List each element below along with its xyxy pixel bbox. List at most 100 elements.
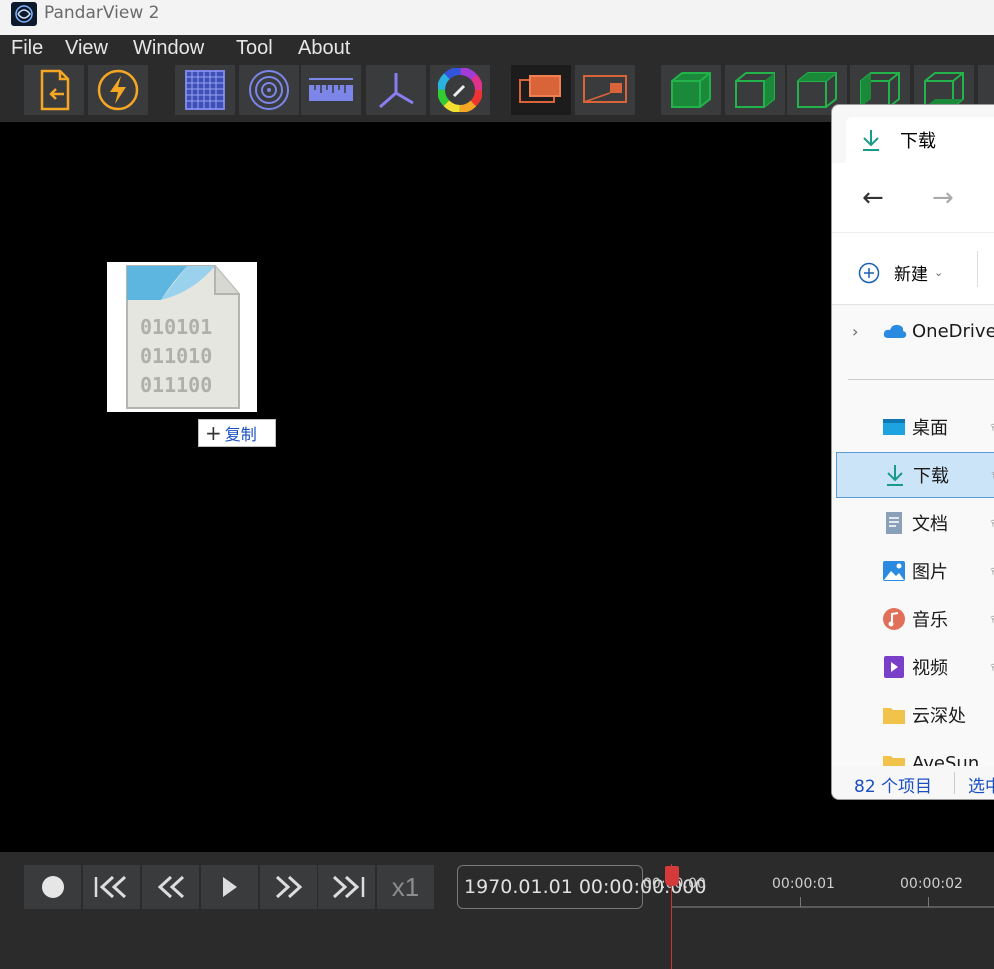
radar-rings-icon bbox=[249, 70, 289, 110]
title-bar: PandarView 2 bbox=[0, 0, 994, 35]
ruler-icon bbox=[309, 78, 353, 101]
sidebar-item-label: 下载 bbox=[913, 466, 949, 487]
play-button[interactable] bbox=[201, 865, 258, 909]
axes-icon bbox=[379, 73, 414, 109]
explorer-command-bar: 新建 ⌄ bbox=[832, 233, 994, 305]
timeline-track[interactable] bbox=[672, 906, 994, 908]
copy-label: 复制 bbox=[224, 425, 257, 444]
fast-forward-icon bbox=[275, 875, 302, 899]
folder-icon bbox=[882, 703, 906, 727]
sidebar-item-pictures[interactable]: 图片 ✩ bbox=[836, 548, 994, 594]
quick-action-button[interactable] bbox=[88, 65, 148, 115]
window-title: PandarView 2 bbox=[44, 3, 160, 23]
folder-icon bbox=[882, 751, 906, 766]
plus-icon: + bbox=[205, 421, 222, 445]
open-file-icon bbox=[40, 69, 70, 111]
sidebar-item-label: 视频 bbox=[912, 658, 948, 679]
sidebar-item-folder[interactable]: AveSun bbox=[836, 740, 994, 766]
tick-mark bbox=[928, 897, 929, 907]
axes-button[interactable] bbox=[366, 65, 426, 115]
sidebar-item-label: 音乐 bbox=[912, 610, 948, 631]
pin-icon: ✩ bbox=[990, 419, 994, 435]
new-button[interactable]: 新建 ⌄ bbox=[858, 260, 943, 285]
sidebar-item-documents[interactable]: 文档 ✩ bbox=[836, 500, 994, 546]
ruler-button[interactable] bbox=[301, 65, 361, 115]
dragged-binary-file-icon: 010101 011010 011100 bbox=[107, 262, 257, 412]
app-logo-icon bbox=[11, 2, 37, 26]
file-explorer-window: 下载 ← → 新建 ⌄ › OneDrive 桌面 ✩ 下载 ✩ bbox=[831, 104, 994, 800]
chevron-right-icon: › bbox=[852, 321, 859, 341]
plus-circle-icon bbox=[858, 262, 880, 283]
fast-forward-button[interactable] bbox=[260, 865, 317, 909]
sidebar-item-downloads[interactable]: 下载 ✩ bbox=[836, 452, 994, 498]
skip-to-end-button[interactable] bbox=[318, 865, 375, 909]
download-icon bbox=[883, 463, 907, 487]
explorer-nav-bar: ← → bbox=[832, 163, 994, 233]
explorer-sidebar: › OneDrive 桌面 ✩ 下载 ✩ 文档 ✩ 图片 ✩ 音乐 ✩ bbox=[832, 306, 994, 766]
tab-title: 下载 bbox=[900, 131, 936, 152]
color-button[interactable] bbox=[430, 65, 490, 115]
layer-back-button[interactable] bbox=[575, 65, 635, 115]
grid-icon bbox=[185, 70, 225, 110]
video-icon bbox=[882, 655, 906, 679]
pin-icon: ✩ bbox=[990, 563, 994, 579]
cube-view-2-button[interactable] bbox=[725, 65, 785, 115]
sidebar-item-desktop[interactable]: 桌面 ✩ bbox=[836, 404, 994, 450]
new-button-label: 新建 bbox=[894, 265, 928, 285]
timestamp-field[interactable]: 1970.01.01 00:00:00.000 bbox=[457, 865, 706, 909]
sidebar-item-folder[interactable]: 云深处 bbox=[836, 692, 994, 738]
sidebar-item-label: 桌面 bbox=[912, 418, 948, 439]
tick-label: 00:00:01 bbox=[772, 876, 835, 892]
sidebar-item-label: AveSun bbox=[912, 752, 980, 767]
skip-start-icon bbox=[94, 875, 126, 899]
binary-line-3: 011100 bbox=[140, 373, 212, 397]
menu-about[interactable]: About bbox=[298, 37, 350, 60]
skip-to-start-button[interactable] bbox=[83, 865, 140, 909]
playback-bar: x1 1970.01.01 00:00:00.000 00:00:00 00:0… bbox=[0, 852, 994, 969]
pin-icon: ✩ bbox=[990, 659, 994, 675]
cube-view-1-button[interactable] bbox=[661, 65, 721, 115]
tab-downloads[interactable]: 下载 bbox=[846, 117, 994, 163]
drag-copy-tooltip: + 复制 bbox=[198, 419, 276, 447]
tick-mark bbox=[800, 897, 801, 907]
menu-tool[interactable]: Tool bbox=[236, 37, 273, 60]
skip-end-icon bbox=[332, 875, 364, 899]
desktop-icon bbox=[882, 415, 906, 439]
sidebar-item-music[interactable]: 音乐 ✩ bbox=[836, 596, 994, 642]
pin-icon: ✩ bbox=[990, 611, 994, 627]
document-icon bbox=[882, 511, 906, 535]
record-button[interactable] bbox=[24, 865, 81, 909]
menu-bar: File View Window Tool About bbox=[0, 35, 994, 63]
tick-label: 00:00:02 bbox=[900, 876, 963, 892]
layer-front-button[interactable] bbox=[511, 65, 571, 115]
menu-view[interactable]: View bbox=[65, 37, 108, 60]
pin-icon: ✩ bbox=[990, 515, 994, 531]
binary-line-2: 011010 bbox=[140, 344, 212, 368]
rewind-button[interactable] bbox=[142, 865, 199, 909]
menu-file[interactable]: File bbox=[11, 37, 43, 60]
chevron-down-icon: ⌄ bbox=[934, 266, 944, 279]
grid-button[interactable] bbox=[175, 65, 235, 115]
sidebar-item-videos[interactable]: 视频 ✩ bbox=[836, 644, 994, 690]
radar-button[interactable] bbox=[239, 65, 299, 115]
download-icon bbox=[863, 130, 879, 151]
cube-view-2-icon bbox=[735, 72, 775, 108]
cloud-icon bbox=[883, 324, 907, 338]
divider bbox=[954, 772, 955, 794]
playhead-handle[interactable] bbox=[665, 866, 679, 886]
forward-arrow-icon[interactable]: → bbox=[932, 183, 954, 213]
open-file-button[interactable] bbox=[24, 65, 84, 115]
sidebar-item-label: 文档 bbox=[912, 514, 948, 535]
lightning-icon bbox=[97, 69, 139, 111]
sidebar-item-onedrive[interactable]: › OneDrive bbox=[836, 308, 994, 354]
onedrive-label: OneDrive bbox=[912, 320, 994, 342]
speed-button[interactable]: x1 bbox=[377, 865, 434, 909]
divider bbox=[848, 379, 994, 380]
selected-count: 选中 bbox=[968, 777, 994, 797]
sidebar-item-label: 图片 bbox=[912, 562, 948, 583]
back-arrow-icon[interactable]: ← bbox=[862, 183, 884, 213]
record-icon bbox=[41, 876, 64, 898]
color-wheel-icon bbox=[438, 68, 482, 112]
layer-front-icon bbox=[519, 75, 561, 103]
menu-window[interactable]: Window bbox=[133, 37, 204, 60]
